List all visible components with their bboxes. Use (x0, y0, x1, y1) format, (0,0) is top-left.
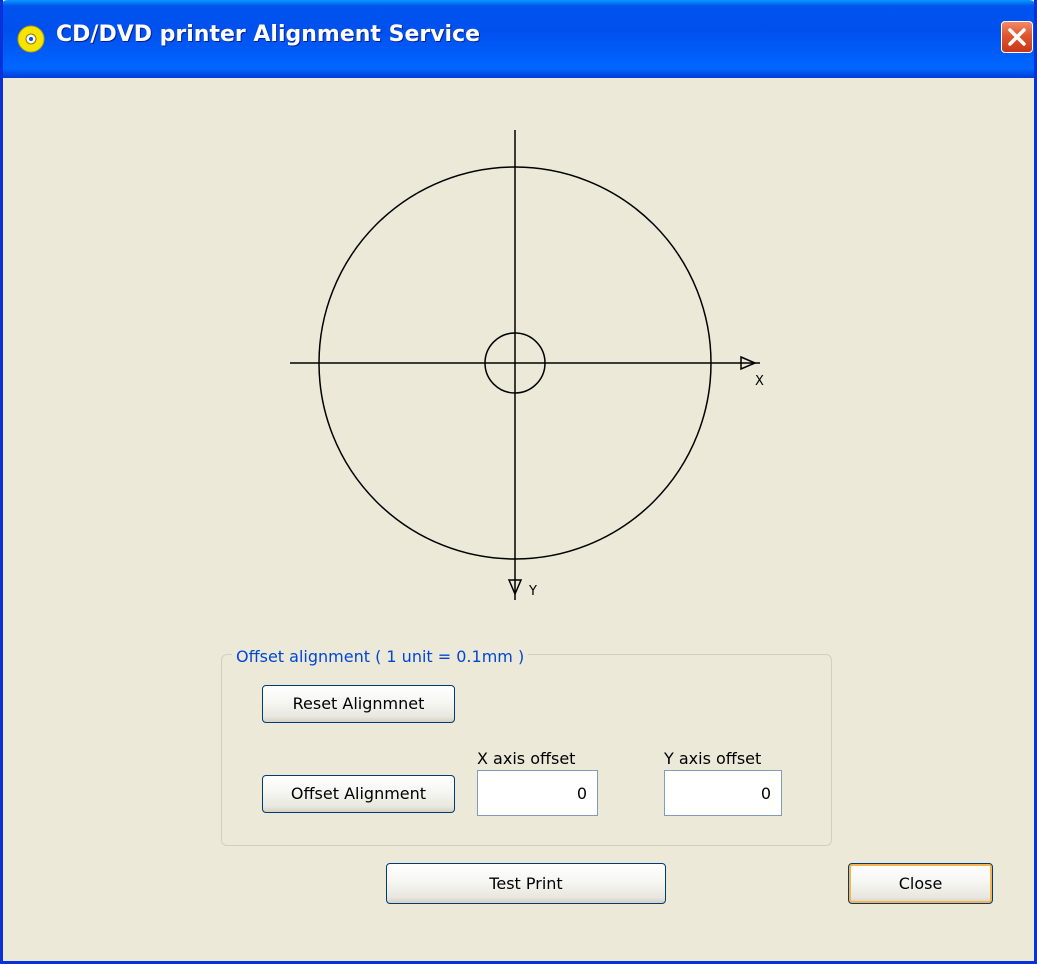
x-axis-label: X (755, 374, 764, 389)
x-offset-input[interactable] (477, 770, 598, 816)
offset-alignment-button[interactable]: Offset Alignment (262, 775, 455, 813)
close-button[interactable]: Close (848, 863, 993, 904)
test-print-button[interactable]: Test Print (386, 863, 666, 904)
y-offset-label: Y axis offset (664, 749, 762, 768)
y-axis-label: Y (528, 584, 537, 599)
offset-alignment-legend: Offset alignment ( 1 unit = 0.1mm ) (232, 647, 529, 667)
alignment-dialog: CD/DVD printer Alignment Service X Y Off… (0, 0, 1037, 964)
reset-alignment-button[interactable]: Reset Alignmnet (262, 685, 455, 723)
y-offset-input[interactable] (664, 770, 782, 816)
x-offset-label: X axis offset (477, 749, 576, 768)
